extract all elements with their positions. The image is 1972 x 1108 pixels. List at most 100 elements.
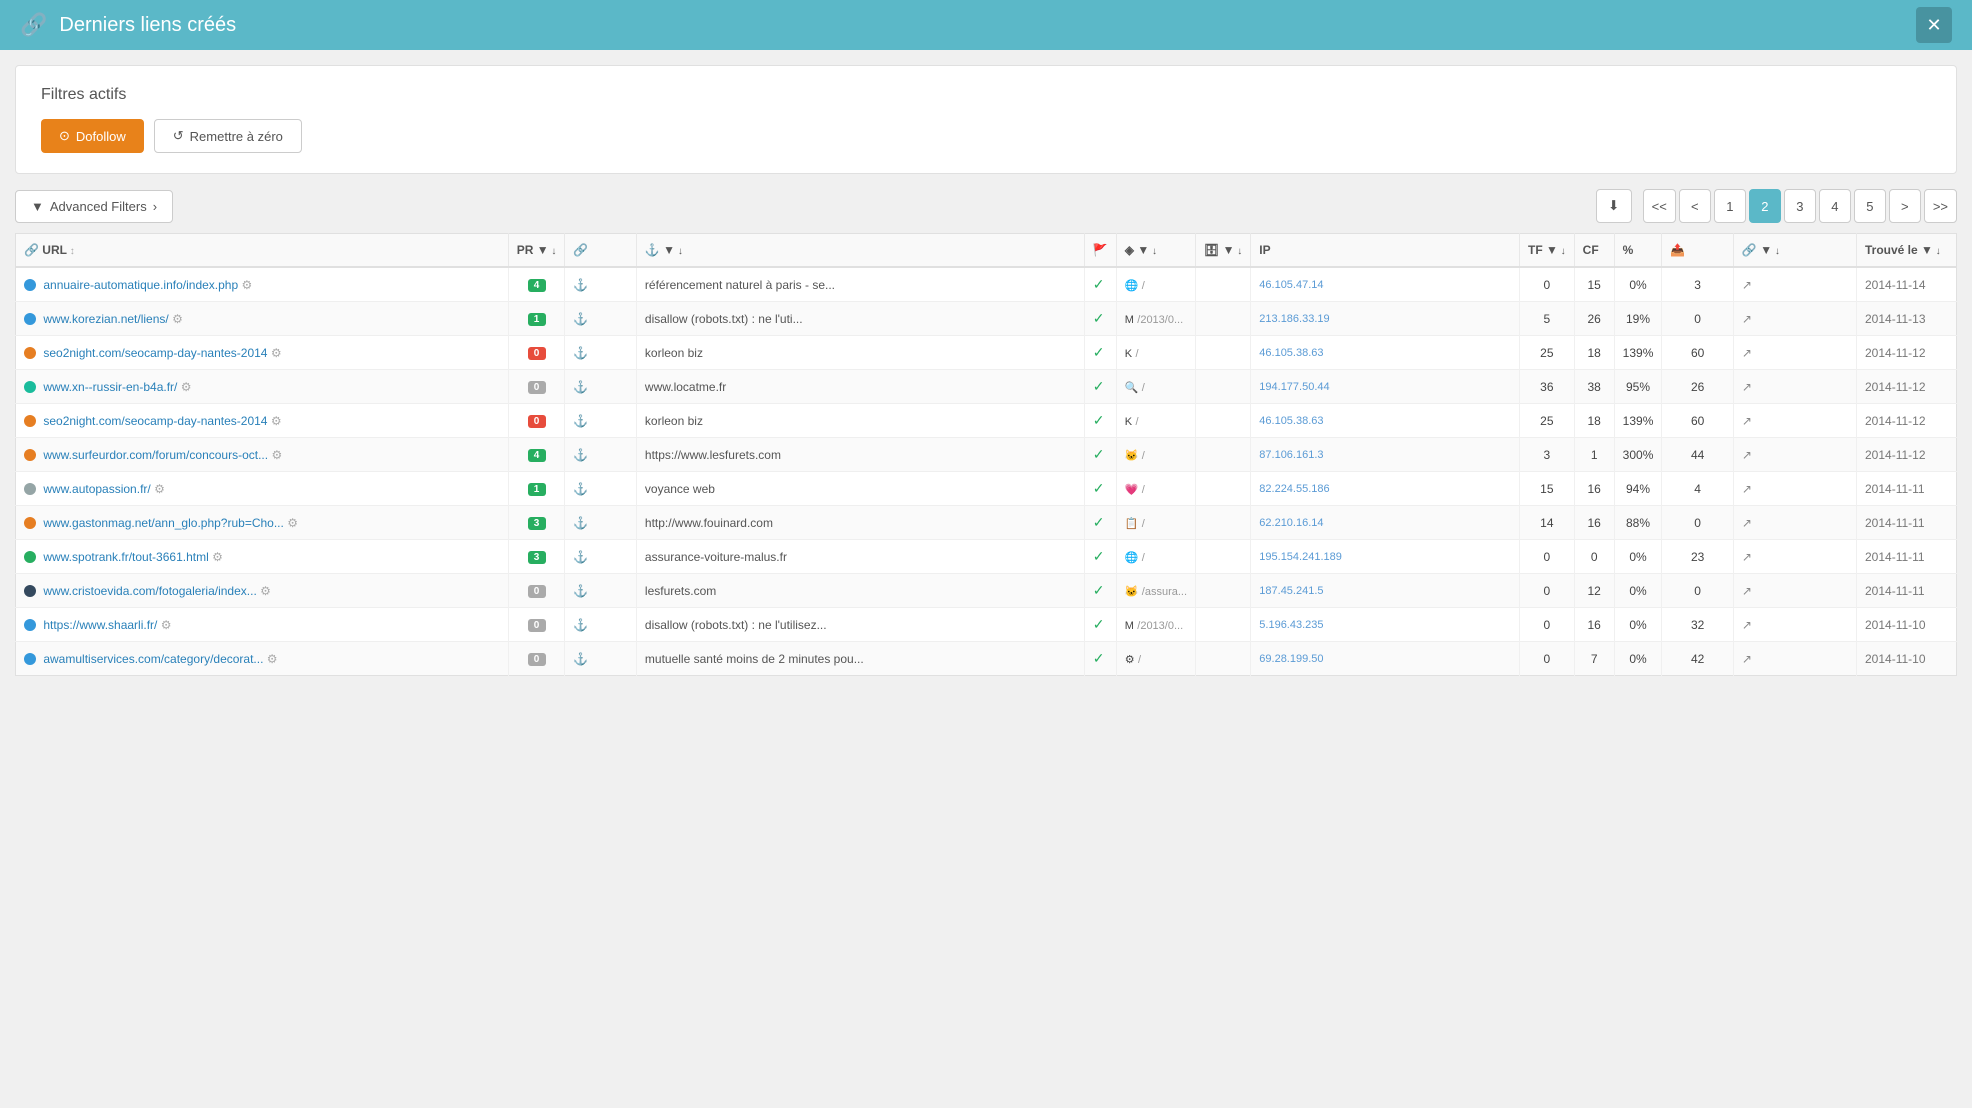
advanced-filters-button[interactable]: ▼ Advanced Filters ›: [15, 190, 173, 223]
external-link-icon[interactable]: ↗: [1742, 550, 1752, 564]
server-cell: [1196, 472, 1251, 506]
external-link-icon[interactable]: ↗: [1742, 652, 1752, 666]
url-link[interactable]: www.korezian.net/liens/: [43, 312, 168, 326]
col-found-header[interactable]: Trouvé le ▼: [1857, 234, 1957, 268]
gear-icon[interactable]: ⚙: [154, 482, 165, 496]
page-4-button[interactable]: 4: [1819, 189, 1851, 223]
gear-icon[interactable]: ⚙: [260, 584, 271, 598]
server-cell: [1196, 336, 1251, 370]
anchor-cell: assurance-voiture-malus.fr: [636, 540, 1084, 574]
external-link-icon[interactable]: ↗: [1742, 448, 1752, 462]
url-link[interactable]: annuaire-automatique.info/index.php: [43, 278, 238, 292]
col-url-header[interactable]: 🔗 URL: [16, 234, 509, 268]
site-icon: [24, 585, 36, 597]
close-button[interactable]: ✕: [1916, 7, 1952, 43]
filters-buttons: ⊙ Dofollow ↺ Remettre à zéro: [41, 119, 1931, 153]
date-cell: 2014-11-12: [1857, 370, 1957, 404]
gear-icon[interactable]: ⚙: [271, 414, 282, 428]
pr-badge: 0: [528, 585, 546, 598]
external-link-icon[interactable]: ↗: [1742, 618, 1752, 632]
flag-cell: ✓: [1084, 472, 1116, 506]
url-link[interactable]: www.cristoevida.com/fotogaleria/index...: [43, 584, 256, 598]
gear-icon[interactable]: ⚙: [287, 516, 298, 530]
gear-icon[interactable]: ⚙: [267, 652, 278, 666]
external-link-icon[interactable]: ↗: [1742, 312, 1752, 326]
col-flag-header[interactable]: 🚩: [1084, 234, 1116, 268]
table-row: https://www.shaarli.fr/ ⚙ 0 ⚓ disallow (…: [16, 608, 1957, 642]
gear-icon[interactable]: ⚙: [271, 448, 282, 462]
page-1-button[interactable]: 1: [1714, 189, 1746, 223]
pr-cell: 4: [508, 267, 565, 302]
table-row: annuaire-automatique.info/index.php ⚙ 4 …: [16, 267, 1957, 302]
flag-cell: ✓: [1084, 540, 1116, 574]
col-links-header[interactable]: 🔗: [565, 234, 637, 268]
cms-icon: 💗: [1125, 484, 1139, 496]
link-anchor-icon: ⚓: [573, 550, 588, 564]
url-link[interactable]: seo2night.com/seocamp-day-nantes-2014: [43, 346, 267, 360]
export-button[interactable]: ⬇: [1596, 189, 1632, 223]
url-link[interactable]: www.autopassion.fr/: [43, 482, 150, 496]
external-link-icon[interactable]: ↗: [1742, 380, 1752, 394]
external-link-icon[interactable]: ↗: [1742, 414, 1752, 428]
pr-badge: 0: [528, 619, 546, 632]
cf-cell: 16: [1574, 608, 1614, 642]
filter-icon: ▼: [31, 199, 44, 214]
col-pr-header[interactable]: PR ▼: [508, 234, 565, 268]
url-link[interactable]: awamultiservices.com/category/decorat...: [43, 652, 263, 666]
cms-cell: M /2013/0...: [1116, 608, 1195, 642]
server-cell: [1196, 574, 1251, 608]
col-anchor-header[interactable]: ⚓ ▼: [636, 234, 1084, 268]
col-share-header[interactable]: 📤: [1662, 234, 1734, 268]
url-link[interactable]: www.gastonmag.net/ann_glo.php?rub=Cho...: [43, 516, 284, 530]
table-row: awamultiservices.com/category/decorat...…: [16, 642, 1957, 676]
last-page-button[interactable]: >>: [1924, 189, 1957, 223]
prev-page-button[interactable]: <: [1679, 189, 1711, 223]
ext-cell: ↗: [1733, 302, 1856, 336]
external-link-icon[interactable]: ↗: [1742, 516, 1752, 530]
url-link[interactable]: seo2night.com/seocamp-day-nantes-2014: [43, 414, 267, 428]
close-icon: ✕: [1926, 15, 1941, 36]
next-page-button[interactable]: >: [1889, 189, 1921, 223]
external-link-icon[interactable]: ↗: [1742, 482, 1752, 496]
pct-cell: 94%: [1614, 472, 1662, 506]
dofollow-button[interactable]: ⊙ Dofollow: [41, 119, 144, 153]
gear-icon[interactable]: ⚙: [161, 618, 172, 632]
page-2-button[interactable]: 2: [1749, 189, 1781, 223]
cms-icon: K: [1125, 348, 1132, 360]
gear-icon[interactable]: ⚙: [212, 550, 223, 564]
first-page-button[interactable]: <<: [1643, 189, 1676, 223]
url-link[interactable]: www.surfeurdor.com/forum/concours-oct...: [43, 448, 268, 462]
url-link[interactable]: https://www.shaarli.fr/: [43, 618, 157, 632]
external-link-icon[interactable]: ↗: [1742, 278, 1752, 292]
cms-cell: K /: [1116, 404, 1195, 438]
pr-cell: 0: [508, 404, 565, 438]
gear-icon[interactable]: ⚙: [181, 380, 192, 394]
col-check-header[interactable]: ◈ ▼: [1116, 234, 1195, 268]
page-5-button[interactable]: 5: [1854, 189, 1886, 223]
gear-icon[interactable]: ⚙: [242, 278, 253, 292]
page-2-label: 2: [1761, 199, 1768, 214]
ext-cell: ↗: [1733, 336, 1856, 370]
anchor-cell: disallow (robots.txt) : ne l'utilisez...: [636, 608, 1084, 642]
reset-button[interactable]: ↺ Remettre à zéro: [154, 119, 302, 153]
site-icon: [24, 551, 36, 563]
pagination: ⬇ << < 1 2 3 4 5 >: [1596, 189, 1957, 223]
advanced-filters-label: Advanced Filters: [50, 199, 147, 214]
tf-cell: 0: [1520, 267, 1575, 302]
gear-icon[interactable]: ⚙: [172, 312, 183, 326]
page-title: Derniers liens créés: [59, 14, 236, 37]
gear-icon[interactable]: ⚙: [271, 346, 282, 360]
url-link[interactable]: www.xn--russir-en-b4a.fr/: [43, 380, 177, 394]
external-link-icon[interactable]: ↗: [1742, 584, 1752, 598]
ip-cell: 62.210.16.14: [1251, 506, 1520, 540]
links-cell: ⚓: [565, 302, 637, 336]
col-tf-header[interactable]: TF ▼: [1520, 234, 1575, 268]
page-3-button[interactable]: 3: [1784, 189, 1816, 223]
col-ext-header[interactable]: 🔗 ▼: [1733, 234, 1856, 268]
pr-cell: 0: [508, 574, 565, 608]
server-cell: [1196, 540, 1251, 574]
external-link-icon[interactable]: ↗: [1742, 346, 1752, 360]
col-server-header[interactable]: 🗄 ▼: [1196, 234, 1251, 268]
url-link[interactable]: www.spotrank.fr/tout-3661.html: [43, 550, 208, 564]
anchor-cell: voyance web: [636, 472, 1084, 506]
